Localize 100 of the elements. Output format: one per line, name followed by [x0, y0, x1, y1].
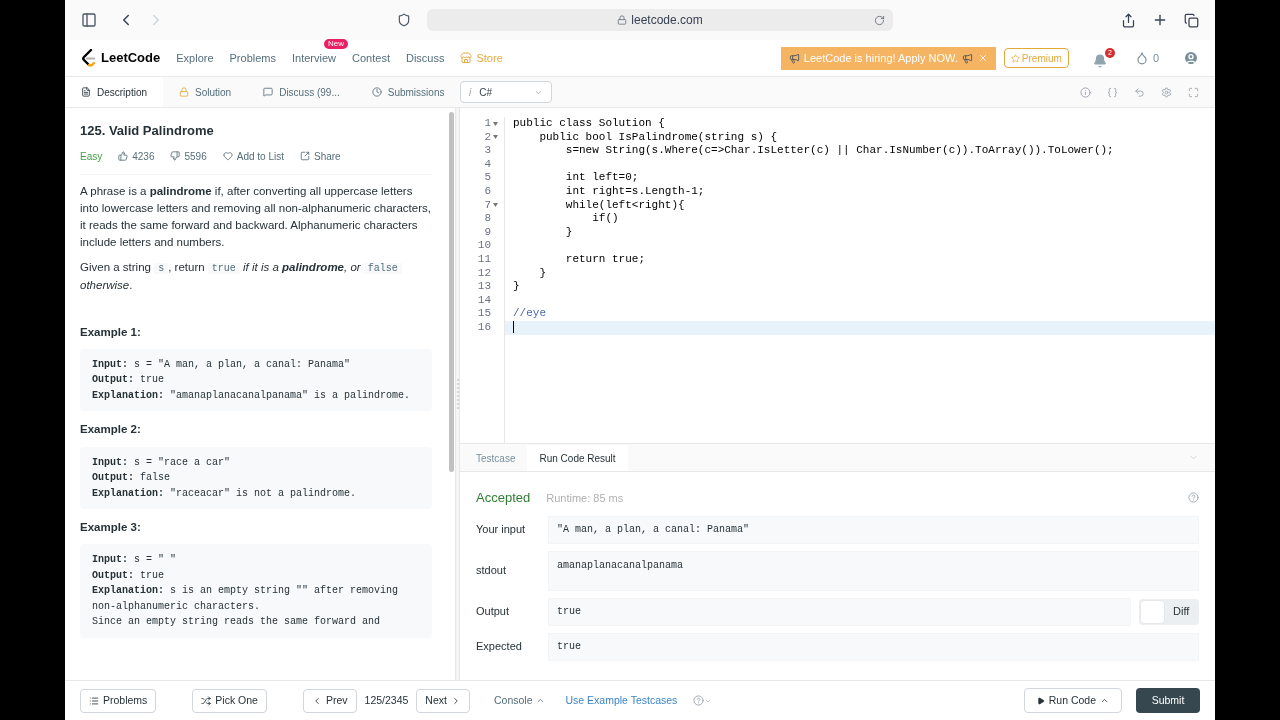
shuffle-icon [201, 695, 212, 706]
code-line: if() [591, 212, 619, 225]
reload-icon[interactable] [874, 14, 885, 26]
resize-handle[interactable] [456, 379, 459, 409]
help-icon [693, 695, 705, 706]
line-number: 15 [477, 307, 491, 321]
nav-link[interactable]: Contest [352, 49, 390, 67]
line-number: 14 [477, 293, 491, 308]
help-button[interactable] [693, 695, 713, 706]
language-select[interactable]: i C# [460, 81, 552, 103]
fold-arrow-icon[interactable] [493, 203, 498, 208]
braces-icon[interactable] [1107, 86, 1118, 98]
diff-toggle[interactable]: Diff [1139, 598, 1199, 625]
result-tab[interactable]: Testcase [464, 445, 528, 471]
difficulty-label: Easy [80, 149, 103, 164]
example-title: Example 1: [80, 324, 142, 340]
pick-one-button[interactable]: Pick One [192, 688, 267, 713]
share-button[interactable]: Share [300, 148, 341, 164]
result-value: amanaplanacanalpanama [548, 550, 1199, 591]
caret-icon [536, 696, 546, 705]
fold-arrow-icon[interactable] [493, 121, 498, 126]
line-number: 11 [477, 252, 491, 267]
panel-tab[interactable]: Description [65, 77, 164, 107]
add-to-list-button[interactable]: Add to List [222, 148, 284, 164]
list-icon [89, 695, 99, 706]
page-counter: 125/2345 [364, 692, 409, 708]
line-number: 10 [477, 239, 491, 253]
result-label: Expected [476, 639, 523, 655]
close-icon[interactable] [977, 53, 988, 63]
line-number: 2 [484, 130, 491, 145]
logo-icon [81, 49, 97, 67]
code-line: while(left<right){ [564, 198, 685, 211]
code-line: } [564, 225, 573, 238]
result-value: true [548, 597, 1131, 626]
line-number: 4 [484, 157, 491, 172]
sidebar-icon[interactable] [81, 12, 97, 28]
nav-link[interactable]: Problems [229, 49, 276, 67]
result-label: Output [476, 604, 511, 620]
description-paragraph: A phrase is a palindrome if, after converting all uppercase letters into lowercase letters and removing all non-alphanumeric characters, it reads the same forward and backward. Alphanumeric characters include letters and numbers. [80, 183, 432, 250]
code-line: return true; [564, 252, 646, 265]
example-title: Example 3: [80, 520, 142, 535]
coins-button[interactable]: 0 [1134, 49, 1159, 67]
text-cursor [513, 321, 514, 333]
new-badge: New [324, 38, 349, 49]
nav-link[interactable]: Discuss [405, 49, 445, 67]
runtime-label: Runtime: 85 ms [546, 490, 624, 506]
panel-tab[interactable]: Discuss (99... [247, 77, 356, 107]
fold-arrow-icon[interactable] [493, 135, 498, 140]
brand-name[interactable]: LeetCode [101, 48, 161, 68]
scrollbar-thumb[interactable] [448, 112, 454, 472]
info-icon[interactable] [1080, 86, 1091, 98]
star-icon [1010, 53, 1020, 63]
prev-button[interactable]: Prev [302, 688, 357, 713]
line-number: 9 [484, 225, 491, 240]
line-number: 12 [477, 266, 491, 281]
settings-icon[interactable] [1161, 86, 1172, 98]
nav-link[interactable]: Interview [292, 49, 337, 67]
description-paragraph: Given a string s , return true if it is a palindrome, or false otherwise. [80, 258, 432, 294]
clock-icon [371, 87, 382, 97]
console-button[interactable]: Console [493, 692, 546, 709]
result-value: "A man, a plan, a canal: Panama" [548, 515, 1199, 544]
run-code-button[interactable]: Run Code [1023, 688, 1122, 713]
lock-icon [617, 15, 628, 25]
code-line: } [538, 266, 546, 279]
problems-button[interactable]: Problems [80, 688, 157, 713]
thumbs-down-icon [170, 151, 181, 161]
fullscreen-icon[interactable] [1188, 86, 1199, 98]
code-line: public class Solution { [513, 117, 665, 129]
line-number: 3 [484, 144, 491, 158]
line-number: 16 [477, 320, 491, 335]
example-testcases-link[interactable]: Use Example Testcases [565, 692, 678, 709]
panel-tab[interactable]: Submissions [355, 77, 461, 107]
dislike-button[interactable]: 5596 [170, 148, 207, 164]
nav-link[interactable]: Explore [176, 49, 214, 67]
example-title: Example 2: [80, 422, 142, 438]
share-icon[interactable] [1121, 12, 1136, 28]
reset-icon[interactable] [1134, 86, 1145, 98]
result-value: true [548, 632, 1199, 661]
result-label: stdout [476, 563, 507, 579]
address-bar[interactable]: leetcode.com [427, 9, 893, 31]
result-tab[interactable]: Run Code Result [527, 445, 628, 471]
new-tab-icon[interactable] [1152, 12, 1168, 28]
document-icon [81, 87, 91, 97]
result-label: Your input [476, 522, 527, 538]
drop-icon [1134, 51, 1149, 65]
shield-icon[interactable] [397, 13, 411, 27]
next-button[interactable]: Next [416, 688, 470, 713]
example-block: Input: s = "A man, a plan, a canal: Panama" Output: true Explanation: "amanaplanacanalpanama" is a palindrome. [80, 348, 432, 412]
tabs-icon[interactable] [1184, 12, 1199, 28]
store-icon [460, 52, 473, 64]
help-icon[interactable] [1188, 492, 1199, 504]
avatar-icon[interactable] [1183, 50, 1199, 66]
submit-button[interactable]: Submit [1136, 688, 1200, 713]
line-number: 7 [484, 198, 491, 213]
panel-tab[interactable]: Solution [163, 77, 248, 107]
code-line: s=new String(s.Where(c=>Char.IsLetter(c) || Char.IsNumber(c)).ToArray()).ToLower(); [564, 144, 1114, 157]
caret-icon [1100, 696, 1109, 705]
heart-icon [222, 151, 233, 161]
code-line: int left=0; [564, 171, 639, 184]
like-button[interactable]: 4236 [118, 148, 155, 164]
